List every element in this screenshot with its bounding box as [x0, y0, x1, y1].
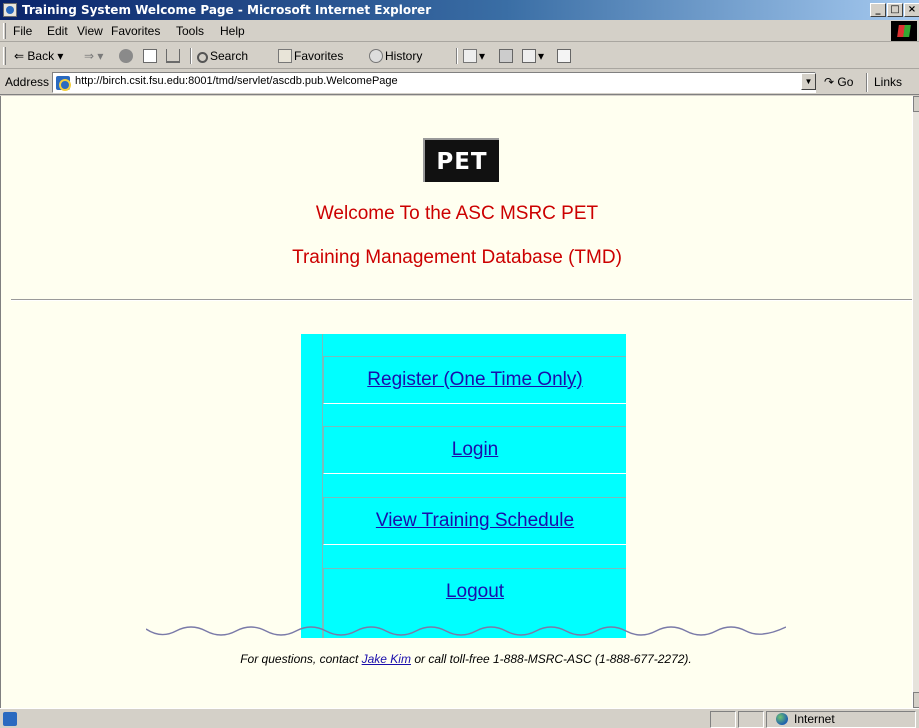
status-page-icon: [3, 712, 17, 726]
history-button[interactable]: History: [369, 47, 422, 65]
window-title: Training System Welcome Page - Microsoft…: [22, 3, 432, 17]
address-dropdown-icon[interactable]: ▼: [801, 73, 816, 90]
toolbar-separator: [456, 48, 458, 64]
close-button[interactable]: ×: [904, 3, 919, 17]
zone-pane: [766, 711, 916, 728]
back-button[interactable]: ⇐ Back ▾: [14, 47, 63, 65]
stop-button[interactable]: [119, 47, 135, 65]
windows-logo-icon: [891, 21, 917, 41]
login-link[interactable]: Login: [452, 439, 499, 460]
mail-button[interactable]: ▾: [463, 47, 485, 65]
menu-bar: File Edit View Favorites Tools Help: [0, 20, 919, 42]
links-button[interactable]: Links: [874, 75, 902, 89]
menu-cell-schedule: View Training Schedule: [323, 497, 626, 545]
zone-label: Internet: [794, 712, 835, 726]
forward-dropdown-icon[interactable]: ▾: [94, 49, 103, 63]
go-button[interactable]: ↷ Go: [824, 75, 853, 89]
favorites-icon: [278, 49, 292, 63]
address-input[interactable]: http://birch.csit.fsu.edu:8001/tmd/servl…: [52, 72, 816, 93]
discuss-icon: [557, 49, 571, 63]
footer-suffix: or call toll-free 1-888-MSRC-ASC (1-888-…: [410, 652, 692, 666]
contact-link[interactable]: Jake Kim: [362, 652, 411, 666]
toolbar-separator: [190, 48, 192, 64]
title-bar: Training System Welcome Page - Microsoft…: [0, 0, 919, 20]
go-arrow-icon: ↷: [824, 75, 835, 89]
home-icon: [166, 49, 180, 63]
menu-help[interactable]: Help: [220, 24, 245, 38]
scroll-up-icon[interactable]: [913, 96, 919, 112]
address-bar: Address http://birch.csit.fsu.edu:8001/t…: [0, 70, 919, 95]
search-icon: [197, 52, 208, 63]
register-link[interactable]: Register (One Time Only): [367, 369, 582, 390]
mail-dropdown-icon[interactable]: ▾: [479, 49, 485, 63]
pet-logo: PET: [423, 138, 499, 182]
back-label: Back: [27, 49, 55, 63]
back-dropdown-icon[interactable]: ▾: [54, 49, 63, 63]
menu-tools[interactable]: Tools: [176, 24, 204, 38]
forward-button[interactable]: ⇒ ▾: [84, 47, 103, 65]
page-icon: [56, 76, 71, 91]
back-arrow-icon: ⇐: [14, 49, 28, 63]
address-label: Address: [5, 75, 50, 89]
menu-cell-register: Register (One Time Only): [323, 356, 626, 404]
search-button[interactable]: Search: [197, 47, 248, 65]
wavy-divider: [146, 626, 786, 636]
minimize-button[interactable]: _: [870, 3, 886, 17]
stop-icon: [119, 49, 133, 63]
page-heading-tmd: Training Management Database (TMD): [292, 247, 622, 268]
ie-icon: [3, 3, 17, 17]
menu-cell-login: Login: [323, 426, 626, 474]
contact-footer: For questions, contact Jake Kim or call …: [1, 652, 912, 666]
home-button[interactable]: [166, 47, 182, 65]
search-label: Search: [210, 49, 249, 63]
address-url: http://birch.csit.fsu.edu:8001/tmd/servl…: [75, 75, 398, 87]
horizontal-rule: [11, 299, 912, 301]
links-separator: [866, 73, 868, 92]
logout-link[interactable]: Logout: [446, 581, 504, 602]
maximize-button[interactable]: □: [887, 3, 903, 17]
print-icon: [499, 49, 513, 63]
internet-zone-icon: [776, 713, 788, 725]
main-menu: Register (One Time Only) Login View Trai…: [301, 334, 626, 638]
refresh-icon: [143, 49, 157, 63]
favorites-button[interactable]: Favorites: [278, 47, 343, 65]
discuss-button[interactable]: [557, 47, 573, 65]
toolbar-grip: [3, 47, 6, 65]
forward-arrow-icon: ⇒: [84, 49, 95, 63]
status-pane: [738, 711, 764, 728]
menu-edit[interactable]: Edit: [47, 24, 68, 38]
menu-left-column: [301, 334, 323, 638]
vertical-scrollbar[interactable]: [912, 96, 919, 708]
menu-favorites[interactable]: Favorites: [111, 24, 160, 38]
scroll-down-icon[interactable]: [913, 692, 919, 708]
standard-toolbar: ⇐ Back ▾ ⇒ ▾ Search Favorites History ▾: [0, 43, 919, 69]
mail-icon: [463, 49, 477, 63]
favorites-label: Favorites: [294, 49, 344, 63]
footer-prefix: For questions, contact: [240, 652, 362, 666]
menu-view[interactable]: View: [77, 24, 103, 38]
edit-dropdown-icon[interactable]: ▾: [538, 49, 544, 63]
print-button[interactable]: [499, 47, 515, 65]
browser-window: Training System Welcome Page - Microsoft…: [0, 0, 919, 728]
status-pane: [710, 711, 736, 728]
status-bar: Internet: [0, 708, 919, 728]
edit-icon: [522, 49, 536, 63]
edit-button[interactable]: ▾: [522, 47, 544, 65]
page-content: PET Welcome To the ASC MSRC PET Training…: [0, 96, 912, 708]
refresh-button[interactable]: [143, 47, 159, 65]
history-icon: [369, 49, 383, 63]
go-label: Go: [837, 75, 854, 89]
history-label: History: [385, 49, 423, 63]
menu-file[interactable]: File: [13, 24, 32, 38]
menubar-grip: [3, 23, 6, 39]
view-training-schedule-link[interactable]: View Training Schedule: [376, 510, 574, 531]
page-heading-welcome: Welcome To the ASC MSRC PET: [315, 203, 599, 224]
